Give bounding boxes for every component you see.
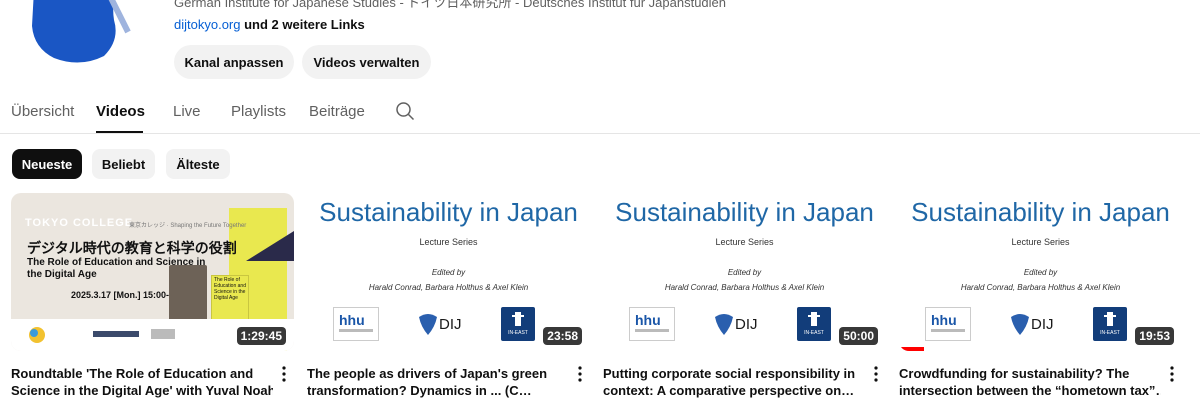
video-thumbnail[interactable]: Sustainability in Japan Lecture Series E…	[603, 193, 886, 351]
in-east-logo: IN-EAST	[797, 307, 831, 341]
video-duration: 19:53	[1135, 327, 1174, 345]
manage-videos-button[interactable]: Videos verwalten	[302, 45, 431, 79]
svg-text:hhu: hhu	[931, 312, 957, 328]
ginkgo-leaf-icon	[419, 314, 437, 335]
more-options-icon[interactable]	[279, 365, 289, 383]
channel-tabs: Übersicht Videos Live Playlists Beiträge	[0, 88, 1200, 134]
video-card[interactable]: Sustainability in Japan Lecture Series E…	[899, 193, 1182, 398]
ginkgo-leaf-icon	[715, 314, 733, 335]
video-title[interactable]: The people as drivers of Japan's green t…	[307, 365, 569, 399]
svg-text:IN-EAST: IN-EAST	[508, 330, 528, 336]
in-east-logo: IN-EAST	[1093, 307, 1127, 341]
video-title[interactable]: Roundtable 'The Role of Education and Sc…	[11, 365, 273, 399]
customize-channel-button[interactable]: Kanal anpassen	[174, 45, 294, 79]
triangle-decoration	[246, 231, 294, 261]
video-thumbnail[interactable]: Sustainability in Japan Lecture Series E…	[307, 193, 590, 351]
thumb-heading: TOKYO COLLEGE	[25, 217, 134, 229]
video-duration: 50:00	[839, 327, 878, 345]
channel-description: German Institute for Japanese Studies - …	[174, 0, 727, 10]
tab-live[interactable]: Live	[173, 103, 201, 120]
tab-videos[interactable]: Videos	[96, 103, 145, 120]
more-options-icon[interactable]	[871, 365, 881, 383]
hhu-logo: hhu	[925, 307, 971, 341]
tab-playlists[interactable]: Playlists	[231, 103, 286, 120]
active-tab-indicator	[96, 131, 143, 133]
chip-newest[interactable]: Neueste	[12, 149, 82, 179]
in-east-emblem-icon: IN-EAST	[804, 312, 824, 336]
video-thumbnail[interactable]: TOKYO COLLEGE 東京カレッジ · Shaping the Futur…	[11, 193, 294, 351]
channel-link-primary[interactable]: dijtokyo.org	[174, 17, 240, 32]
video-card[interactable]: TOKYO COLLEGE 東京カレッジ · Shaping the Futur…	[11, 193, 294, 398]
more-options-icon[interactable]	[1167, 365, 1177, 383]
dij-logo: DIJ	[713, 309, 767, 339]
tab-overview[interactable]: Übersicht	[11, 103, 74, 120]
more-options-icon[interactable]	[575, 365, 585, 383]
chip-oldest[interactable]: Älteste	[166, 149, 230, 179]
video-card[interactable]: Sustainability in Japan Lecture Series E…	[603, 193, 886, 398]
video-thumbnail[interactable]: Sustainability in Japan Lecture Series E…	[899, 193, 1182, 351]
speaker-photo	[169, 265, 207, 323]
svg-text:hhu: hhu	[339, 312, 365, 328]
tab-posts[interactable]: Beiträge	[309, 103, 365, 120]
svg-text:IN-EAST: IN-EAST	[804, 330, 824, 336]
search-icon[interactable]	[395, 101, 415, 121]
video-title[interactable]: Putting corporate social responsibility …	[603, 365, 865, 399]
thumb-title: Sustainability in Japan	[319, 197, 578, 227]
hhu-logo: hhu	[629, 307, 675, 341]
sponsor-logo-icon	[29, 327, 45, 343]
in-east-logo: IN-EAST	[501, 307, 535, 341]
video-duration: 23:58	[543, 327, 582, 345]
in-east-emblem-icon: IN-EAST	[1100, 312, 1120, 336]
in-east-emblem-icon: IN-EAST	[508, 312, 528, 336]
chip-popular[interactable]: Beliebt	[92, 149, 155, 179]
video-card[interactable]: Sustainability in Japan Lecture Series E…	[307, 193, 590, 398]
thumb-title-jp: デジタル時代の教育と科学の役割	[27, 240, 237, 256]
video-duration: 1:29:45	[236, 327, 286, 345]
dij-logo: DIJ	[1009, 309, 1063, 339]
thumb-title: Sustainability in Japan	[615, 197, 874, 227]
svg-text:IN-EAST: IN-EAST	[1100, 330, 1120, 336]
svg-text:hhu: hhu	[635, 312, 661, 328]
thumb-title: Sustainability in Japan	[911, 197, 1170, 227]
channel-links-more[interactable]: und 2 weitere Links	[244, 17, 365, 32]
hhu-logo: hhu	[333, 307, 379, 341]
channel-logo[interactable]	[20, 0, 140, 70]
channel-links[interactable]: dijtokyo.org und 2 weitere Links	[174, 17, 365, 32]
watch-progress-bar	[899, 347, 925, 351]
video-title[interactable]: Crowdfunding for sustainability? The int…	[899, 365, 1161, 399]
ginkgo-leaf-icon	[1011, 314, 1029, 335]
dij-logo: DIJ	[417, 309, 471, 339]
